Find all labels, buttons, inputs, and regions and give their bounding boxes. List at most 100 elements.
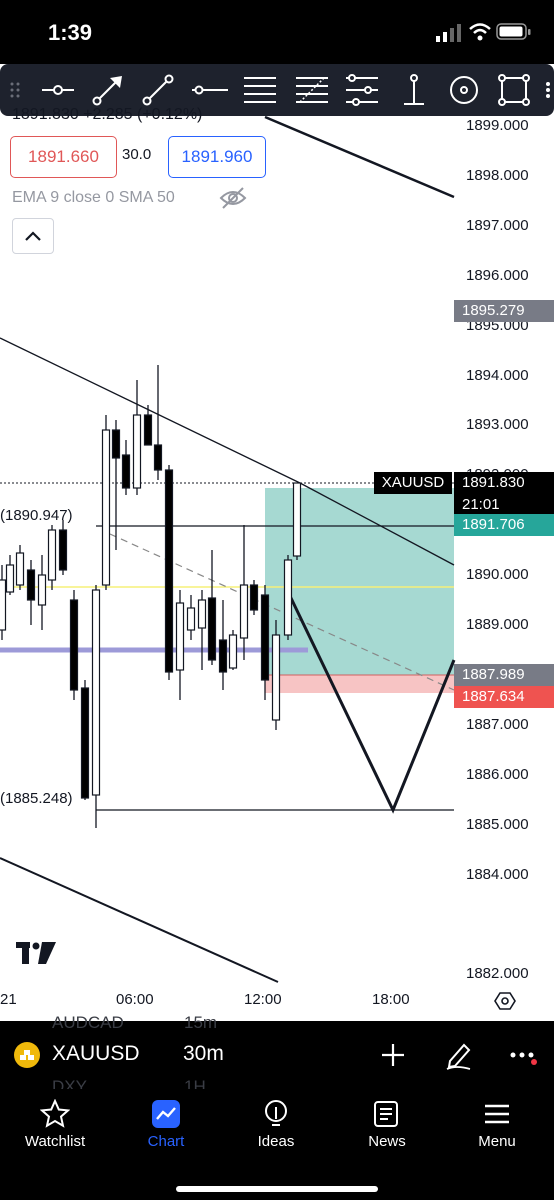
news-icon [374,1101,398,1127]
status-bar: 1:39 [0,0,554,64]
price-tick: 1893.000 [466,416,529,433]
price-tick: 1899.000 [466,117,529,134]
symbol-label: XAUUSD [374,472,452,494]
price-tick: 1885.000 [466,816,529,833]
time-tick: 21 [0,991,17,1008]
candle-down [121,454,131,489]
price-tick: 1882.000 [466,965,529,982]
stop-zone[interactable] [265,675,454,693]
candle-up [239,584,249,639]
price-tick: 1898.000 [466,167,529,184]
more-options-icon[interactable] [508,1049,538,1065]
collapse-legend-button[interactable] [12,218,54,254]
vertical-line-icon[interactable] [394,72,434,108]
fib-retracement-icon[interactable] [292,72,332,108]
candle-down [80,687,90,799]
chevron-up-icon [25,231,41,241]
home-indicator [176,1186,378,1192]
candle-up [175,602,185,671]
arrow-tool-icon[interactable] [88,72,128,108]
last-price-label: 1891.830 [454,472,554,494]
trend-line-upper[interactable] [0,337,301,484]
plus-icon[interactable] [380,1042,406,1068]
bar-countdown-label: 21:01 [454,494,554,514]
candle-up [283,559,293,636]
price-tick: 1886.000 [466,766,529,783]
sell-button[interactable]: 1891.660 [10,136,117,178]
trend-line-top[interactable] [264,115,455,199]
symbol-price-change: 1891.830 +2.285 (+0.12%) [12,106,203,123]
candle-down [26,569,36,601]
parallel-channel-icon[interactable] [240,72,280,108]
tradingview-logo-icon [16,942,56,964]
price-tick: 1897.000 [466,217,529,234]
bottom-tab-bar: Watchlist Chart Ideas News Menu [0,1089,554,1200]
candles [0,365,302,828]
lightbulb-icon [265,1100,287,1126]
star-icon [40,1099,70,1128]
entry-price-label: 1887.989 [454,664,554,686]
candle-up [5,564,15,593]
candle-up [228,634,238,669]
low-annotation: (1885.248) [0,790,73,807]
candle-down [69,599,79,691]
tab-label: Menu [478,1133,516,1150]
rectangle-tool-icon[interactable] [494,72,534,108]
ghost-symbol: AUDCAD [52,1013,124,1032]
candle-down [218,639,228,673]
tab-label: News [368,1133,406,1150]
hamburger-icon [485,1104,509,1124]
symbol-bar: AUDCAD 15m DXY 1H XAUUSD 30m [0,1013,554,1096]
candle-up [197,599,207,629]
stop-price-label: 1887.634 [454,686,554,708]
price-tick: 1889.000 [466,616,529,633]
tab-label: Ideas [257,1133,295,1150]
tab-label: Chart [147,1133,185,1150]
price-tick: 1887.000 [466,716,529,733]
trend-line-icon[interactable] [138,72,178,108]
candle-down [111,429,121,459]
indicator-legend[interactable]: EMA 9 close 0 SMA 50 [12,189,175,207]
price-tick: 1896.000 [466,267,529,284]
interval-selector[interactable]: 30m [183,1042,224,1066]
tab-label: Watchlist [24,1133,86,1150]
symbol-name[interactable]: XAUUSD [52,1042,140,1066]
chart-settings-icon[interactable] [494,990,516,1012]
candle-up [15,552,25,586]
candle-up [292,482,302,557]
candle-down [153,444,163,471]
candle-down [164,469,174,673]
buy-button[interactable]: 1891.960 [168,136,266,178]
candle-down [58,529,68,571]
price-tick: 1884.000 [466,866,529,883]
horizontal-line-icon[interactable] [190,72,230,108]
candle-up [271,634,281,721]
candle-up [0,579,7,631]
pitchfork-icon[interactable] [342,72,382,108]
candle-down [249,584,259,611]
chart-icon [152,1100,180,1128]
drawing-pen-icon[interactable] [444,1039,474,1071]
candle-up [47,529,57,581]
battery-icon [496,23,531,40]
spread-value: 30.0 [122,146,152,163]
horizontal-ray-icon[interactable] [38,72,78,108]
gold-icon [14,1042,40,1068]
candle-up [186,607,196,631]
candle-up [132,414,142,489]
time-tick: 06:00 [116,991,154,1008]
time-tick: 12:00 [244,991,282,1008]
high-annotation: (1890.947) [0,507,73,524]
candle-down [260,594,270,681]
time-tick: 18:00 [372,991,410,1008]
ghost-interval: 15m [184,1013,218,1032]
eye-off-icon[interactable] [218,186,248,210]
drag-handle-icon[interactable] [0,72,40,108]
candle-up [101,429,111,586]
signal-icon [436,24,461,42]
candle-up [91,589,101,796]
price-tick: 1890.000 [466,566,529,583]
candle-down [143,414,153,446]
circle-tool-icon[interactable] [444,72,484,108]
more-icon[interactable] [534,72,554,108]
